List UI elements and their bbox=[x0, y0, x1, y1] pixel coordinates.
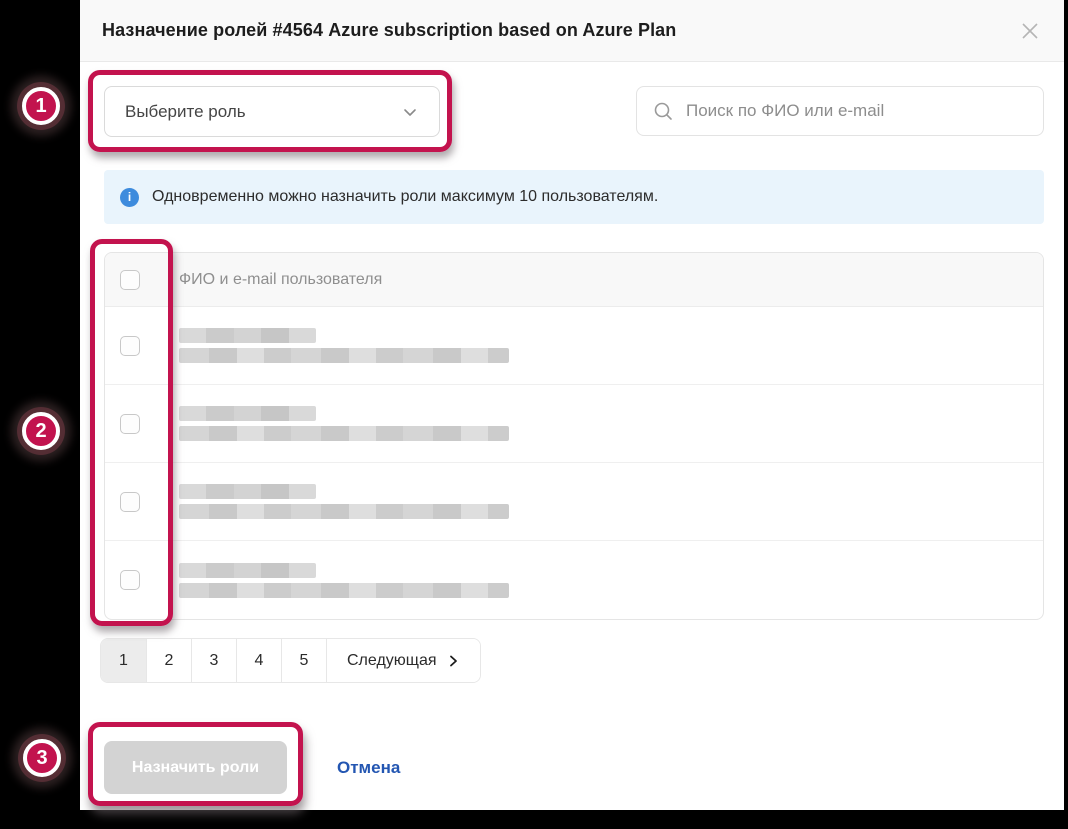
table-row bbox=[105, 385, 1043, 463]
user-name-placeholder-bar bbox=[179, 484, 316, 499]
user-name-placeholder-bar bbox=[179, 563, 316, 578]
annotation-badge-1: 1 bbox=[22, 87, 60, 125]
user-email-placeholder-bar bbox=[179, 583, 509, 598]
info-icon: i bbox=[120, 188, 139, 207]
page-button-3[interactable]: 3 bbox=[191, 639, 236, 682]
table-body bbox=[105, 307, 1043, 619]
user-placeholder bbox=[179, 563, 509, 598]
modal-body: Выберите роль i Одновременно можно назна… bbox=[80, 86, 1064, 794]
assign-roles-button[interactable]: Назначить роли bbox=[104, 741, 287, 794]
info-banner-text: Одновременно можно назначить роли максим… bbox=[152, 188, 658, 206]
next-page-label: Следующая bbox=[347, 652, 437, 670]
chevron-right-icon bbox=[446, 654, 460, 668]
close-icon bbox=[1020, 21, 1040, 41]
role-dropdown[interactable]: Выберите роль bbox=[104, 86, 440, 137]
user-placeholder bbox=[179, 406, 509, 441]
search-icon bbox=[653, 101, 674, 122]
modal-title: Назначение ролей #4564 Azure subscriptio… bbox=[102, 20, 676, 41]
assign-roles-modal: Назначение ролей #4564 Azure subscriptio… bbox=[80, 0, 1064, 810]
next-page-button[interactable]: Следующая bbox=[326, 639, 480, 682]
row-checkbox[interactable] bbox=[120, 492, 140, 512]
annotation-badge-3: 3 bbox=[23, 739, 61, 777]
users-table: ФИО и e-mail пользователя bbox=[104, 252, 1044, 620]
page-button-5[interactable]: 5 bbox=[281, 639, 326, 682]
controls-row: Выберите роль bbox=[104, 86, 1044, 137]
row-checkbox[interactable] bbox=[120, 336, 140, 356]
select-all-checkbox[interactable] bbox=[120, 270, 140, 290]
user-name-placeholder-bar bbox=[179, 328, 316, 343]
cancel-link[interactable]: Отмена bbox=[337, 758, 400, 778]
table-row bbox=[105, 541, 1043, 619]
table-header-row: ФИО и e-mail пользователя bbox=[105, 253, 1043, 307]
modal-header: Назначение ролей #4564 Azure subscriptio… bbox=[80, 0, 1064, 62]
table-row bbox=[105, 307, 1043, 385]
pagination: 1 2 3 4 5 Следующая bbox=[100, 638, 481, 683]
user-email-placeholder-bar bbox=[179, 426, 509, 441]
user-email-placeholder-bar bbox=[179, 504, 509, 519]
close-button[interactable] bbox=[1018, 19, 1042, 43]
search-input[interactable] bbox=[686, 101, 1027, 121]
user-placeholder bbox=[179, 328, 509, 363]
user-name-placeholder-bar bbox=[179, 406, 316, 421]
chevron-down-icon bbox=[401, 103, 419, 121]
user-placeholder bbox=[179, 484, 509, 519]
modal-footer: Назначить роли Отмена bbox=[104, 741, 1044, 794]
page-button-4[interactable]: 4 bbox=[236, 639, 281, 682]
table-column-header: ФИО и e-mail пользователя bbox=[179, 271, 382, 289]
annotation-badge-2: 2 bbox=[22, 412, 60, 450]
page-button-2[interactable]: 2 bbox=[146, 639, 191, 682]
table-row bbox=[105, 463, 1043, 541]
role-dropdown-label: Выберите роль bbox=[125, 102, 246, 122]
page-button-1[interactable]: 1 bbox=[101, 639, 146, 682]
user-email-placeholder-bar bbox=[179, 348, 509, 363]
info-banner: i Одновременно можно назначить роли макс… bbox=[104, 170, 1044, 224]
row-checkbox[interactable] bbox=[120, 414, 140, 434]
row-checkbox[interactable] bbox=[120, 570, 140, 590]
search-box bbox=[636, 86, 1044, 136]
